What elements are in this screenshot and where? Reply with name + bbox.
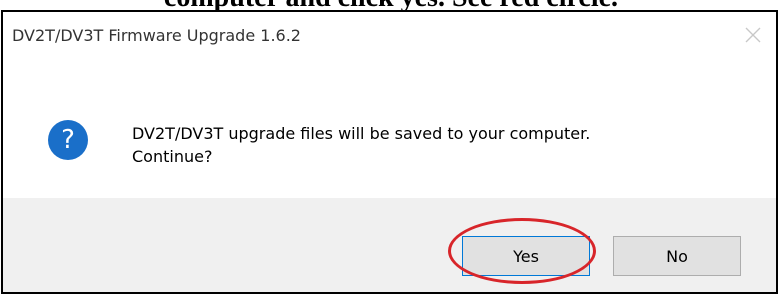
yes-button[interactable]: Yes bbox=[462, 236, 590, 276]
close-icon bbox=[745, 27, 761, 43]
title-bar: DV2T/DV3T Firmware Upgrade 1.6.2 bbox=[3, 12, 776, 70]
button-bar: Yes No bbox=[3, 198, 776, 292]
no-button[interactable]: No bbox=[613, 236, 741, 276]
message-dialog: DV2T/DV3T Firmware Upgrade 1.6.2 ? DV2T/… bbox=[1, 10, 778, 294]
question-icon: ? bbox=[48, 120, 88, 160]
instruction-caption: computer and click yes. See red circle. bbox=[0, 0, 782, 10]
window-title: DV2T/DV3T Firmware Upgrade 1.6.2 bbox=[12, 26, 301, 45]
dialog-message: DV2T/DV3T upgrade files will be saved to… bbox=[132, 124, 591, 166]
dialog-content: ? DV2T/DV3T upgrade files will be saved … bbox=[3, 70, 776, 200]
close-button[interactable] bbox=[730, 12, 776, 58]
